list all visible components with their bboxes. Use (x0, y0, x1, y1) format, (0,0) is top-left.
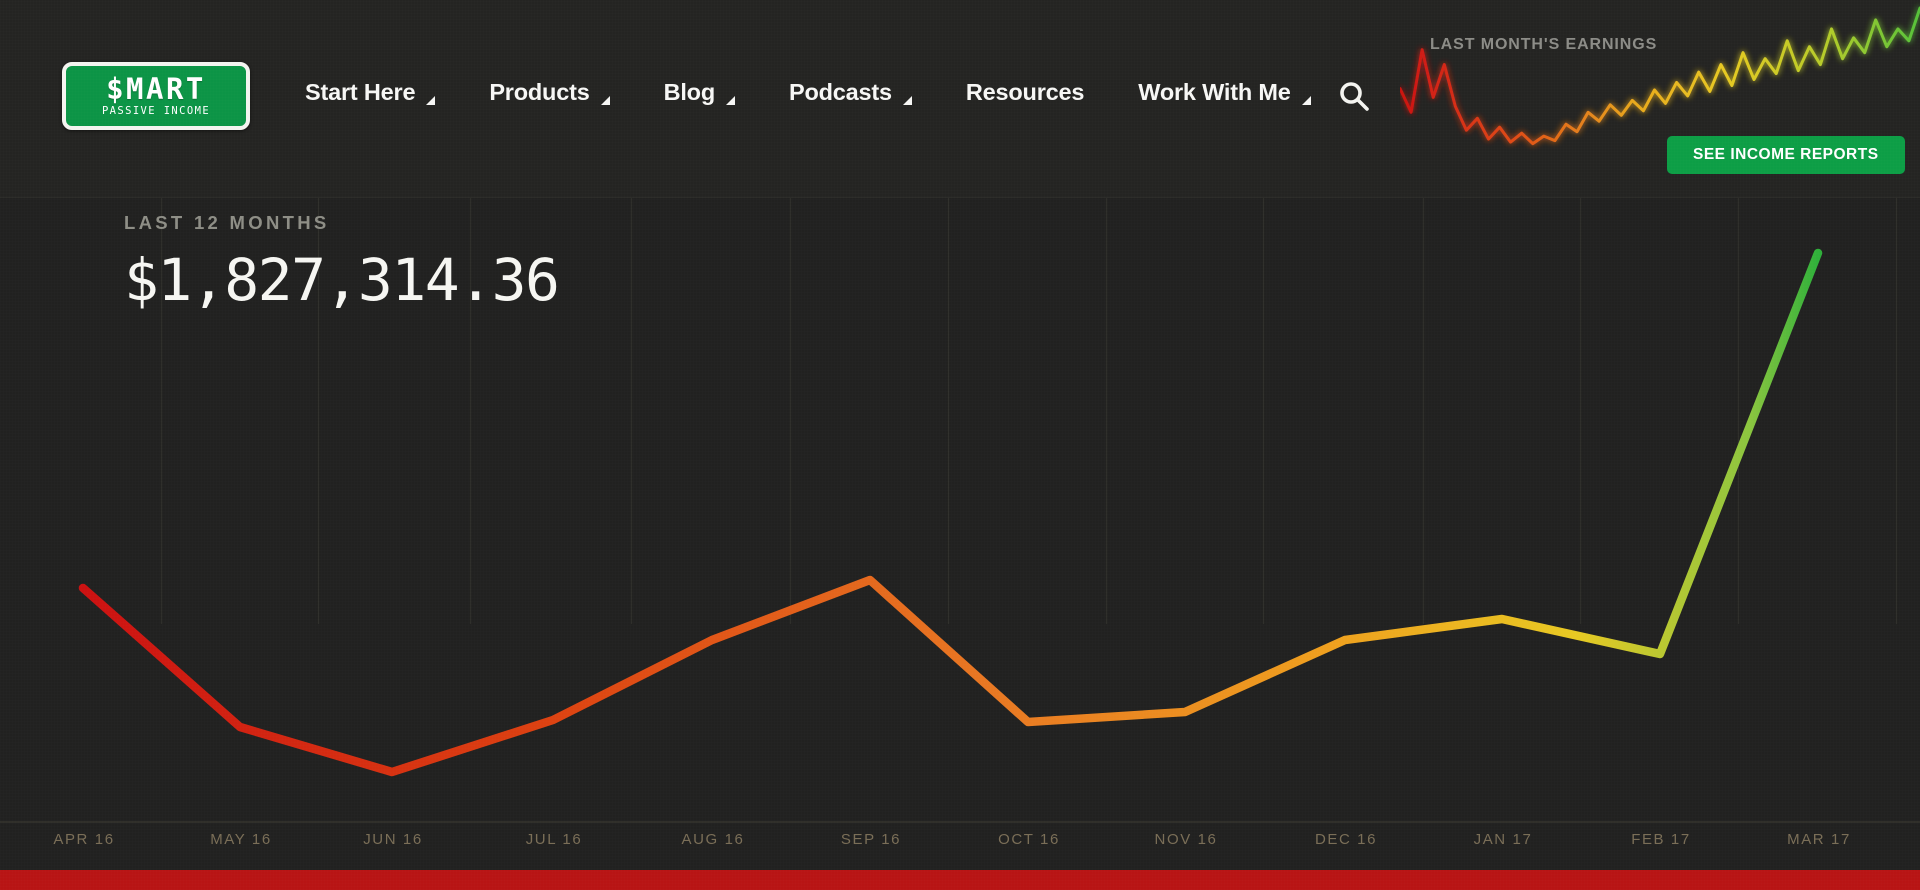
month-label: MAR 17 (1787, 831, 1851, 848)
chart-x-axis: APR 16 MAY 16 JUN 16 JUL 16 AUG 16 SEP 16 OCT … (0, 0, 1920, 890)
month-label: APR 16 (53, 831, 115, 848)
month-label: MAY 16 (210, 831, 272, 848)
bottom-accent-bar (0, 870, 1920, 890)
month-label: OCT 16 (998, 831, 1060, 848)
month-label: NOV 16 (1154, 831, 1218, 848)
month-label: AUG 16 (681, 831, 745, 848)
month-label: DEC 16 (1314, 831, 1378, 848)
month-label: JAN 17 (1473, 831, 1533, 848)
month-label: JUN 16 (363, 831, 423, 848)
month-label: JUL 16 (525, 831, 583, 848)
page-root: $MART PASSIVE INCOME Start Here Products… (0, 0, 1920, 890)
month-label: SEP 16 (840, 831, 902, 848)
month-label: FEB 17 (1631, 831, 1691, 848)
